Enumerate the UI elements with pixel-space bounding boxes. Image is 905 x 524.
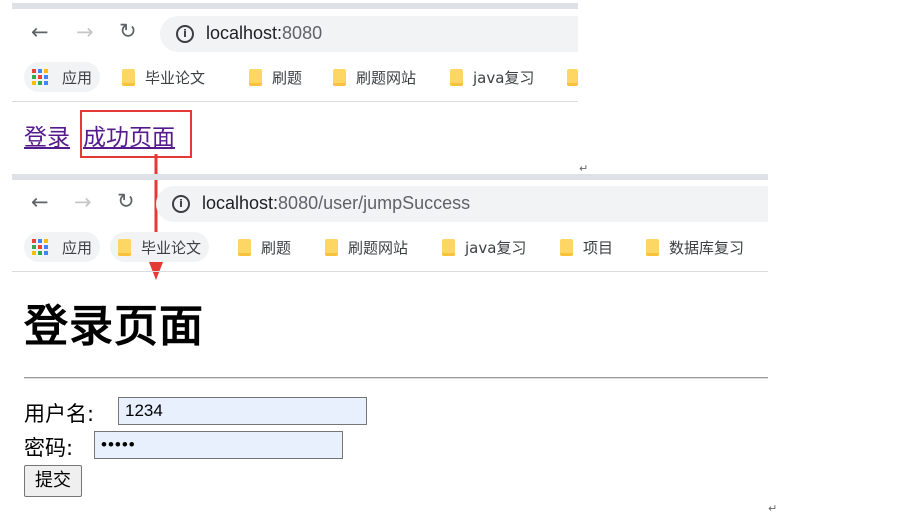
- info-icon[interactable]: i: [172, 195, 190, 213]
- bookmark-folder[interactable]: java复习: [450, 62, 534, 92]
- bookmark-label: java复习: [465, 238, 527, 257]
- folder-icon: [450, 68, 463, 86]
- bookmark-label: 毕业论文: [145, 68, 206, 87]
- bookmark-folder[interactable]: 刷题: [238, 232, 291, 262]
- highlight-box: [80, 110, 192, 158]
- password-label: 密码:: [24, 436, 74, 460]
- back-arrow-icon[interactable]: ←: [31, 192, 49, 213]
- bookmark-label: 应用: [62, 238, 93, 257]
- bookmark-label: 应用: [62, 68, 93, 87]
- folder-icon: [118, 238, 131, 256]
- toolbar-divider: [12, 101, 578, 102]
- bookmark-label: 刷题: [272, 68, 303, 87]
- bookmark-folder[interactable]: 毕业论文: [110, 232, 210, 262]
- horizontal-rule: [24, 377, 768, 379]
- login-link[interactable]: 登录: [24, 118, 70, 152]
- bookmarks-bar: 应用 毕业论文 刷题 刷题网站 java复习 项目 数据库复习: [24, 232, 768, 262]
- page-title: 登录页面: [24, 301, 204, 352]
- folder-icon: [122, 68, 135, 86]
- apps-grid-icon: [32, 69, 48, 85]
- submit-button[interactable]: 提交: [24, 465, 82, 497]
- folder-icon: [567, 68, 578, 86]
- bookmarks-bar: 应用 毕业论文 刷题 刷题网站 java复习: [24, 62, 578, 92]
- folder-icon: [442, 238, 455, 256]
- browser-top-strip: [12, 174, 768, 180]
- bookmark-apps[interactable]: 应用: [24, 232, 101, 262]
- apps-grid-icon: [32, 239, 48, 255]
- back-arrow-icon[interactable]: ←: [31, 22, 49, 43]
- bookmark-label: 数据库复习: [669, 238, 745, 257]
- bookmark-label: 刷题: [261, 238, 292, 257]
- password-input[interactable]: •••••: [94, 431, 343, 459]
- bookmark-folder[interactable]: 毕业论文: [122, 62, 205, 92]
- bookmark-label: 刷题网站: [348, 238, 409, 257]
- address-bar[interactable]: i localhost:8080/user/jumpSuccess: [156, 186, 768, 222]
- reload-icon[interactable]: ↻: [117, 191, 135, 212]
- paragraph-mark: ↵: [768, 502, 778, 515]
- url-text: localhost:8080/user/jumpSuccess: [202, 193, 471, 213]
- bookmark-folder[interactable]: 数据库复习: [646, 232, 744, 262]
- bookmark-label: 毕业论文: [141, 238, 202, 257]
- toolbar-divider: [12, 271, 768, 272]
- bookmark-folder[interactable]: 项目: [560, 232, 613, 262]
- username-label: 用户名:: [24, 402, 95, 426]
- url-text: localhost:8080: [206, 23, 323, 43]
- bookmark-label: 项目: [583, 238, 614, 257]
- info-icon[interactable]: i: [176, 25, 194, 43]
- bookmark-apps[interactable]: 应用: [24, 62, 101, 92]
- folder-icon: [333, 68, 346, 86]
- reload-icon[interactable]: ↻: [119, 21, 137, 42]
- bookmark-folder[interactable]: java复习: [442, 232, 526, 262]
- folder-icon: [249, 68, 262, 86]
- bookmark-folder[interactable]: 刷题网站: [325, 232, 408, 262]
- folder-icon: [325, 238, 338, 256]
- username-input[interactable]: 1234: [118, 397, 367, 425]
- bookmark-label: 刷题网站: [356, 68, 417, 87]
- address-bar[interactable]: i localhost:8080: [160, 16, 578, 52]
- forward-arrow-icon[interactable]: →: [74, 192, 92, 213]
- browser-top-strip: [12, 3, 578, 9]
- bookmark-folder[interactable]: 刷题网站: [333, 62, 416, 92]
- forward-arrow-icon[interactable]: →: [76, 22, 94, 43]
- bookmark-folder-partial[interactable]: [567, 62, 588, 92]
- bookmark-label: java复习: [473, 68, 535, 87]
- folder-icon: [646, 238, 659, 256]
- bookmark-folder[interactable]: 刷题: [249, 62, 302, 92]
- folder-icon: [560, 238, 573, 256]
- folder-icon: [238, 238, 251, 256]
